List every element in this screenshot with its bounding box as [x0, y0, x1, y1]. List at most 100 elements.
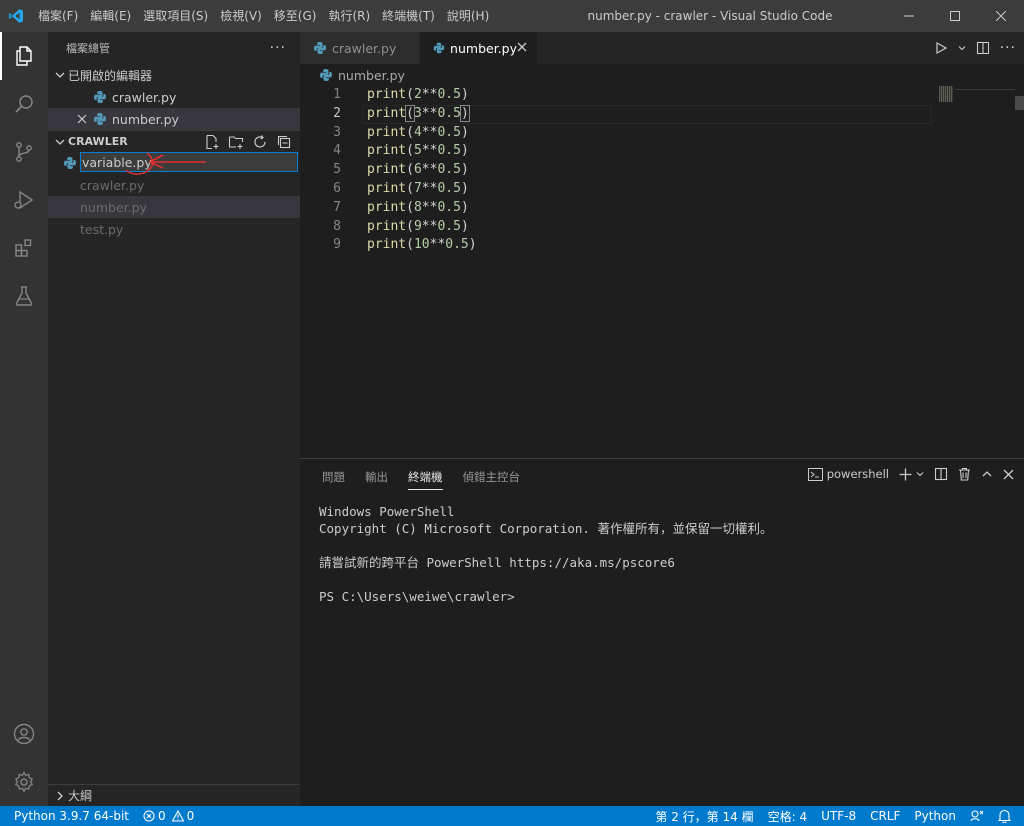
code-operator: ** — [429, 237, 446, 253]
menu-selection[interactable]: 選取項目(S) — [137, 0, 214, 32]
tab-problems[interactable]: 問題 — [312, 459, 355, 495]
sidebar-header: 檔案總管 ··· — [48, 32, 300, 64]
menu-help[interactable]: 說明(H) — [441, 0, 495, 32]
encoding[interactable]: UTF-8 — [814, 809, 863, 823]
run-debug-icon — [14, 190, 34, 210]
refresh-icon[interactable] — [252, 134, 268, 150]
error-icon — [143, 810, 155, 822]
code-number: 8 — [413, 199, 422, 215]
explorer-button[interactable] — [0, 32, 48, 80]
run-debug-button[interactable] — [0, 176, 48, 224]
rename-file-input[interactable] — [80, 152, 298, 172]
minimize-button[interactable] — [886, 0, 932, 32]
code-editor[interactable]: 1 print(2**0.5) 2 print(3**0.5) 3 print(4**… — [300, 86, 1024, 458]
title-bar: 檔案(F) 編輯(E) 選取項目(S) 檢視(V) 移至(G) 執行(R) 終端… — [0, 0, 1024, 32]
source-control-button[interactable] — [0, 128, 48, 176]
notifications-button[interactable] — [991, 809, 1018, 823]
tab-crawler[interactable]: crawler.py — [300, 32, 420, 64]
accounts-button[interactable] — [0, 710, 48, 758]
chevron-down-icon[interactable] — [958, 44, 966, 52]
new-file-icon[interactable] — [204, 134, 220, 150]
warning-count: 0 — [186, 809, 195, 823]
tab-output[interactable]: 輸出 — [355, 459, 398, 495]
sidebar-title: 檔案總管 — [66, 42, 110, 55]
vscode-logo-icon — [0, 0, 32, 32]
shell-label: powershell — [826, 467, 889, 481]
terminal-selector[interactable]: powershell — [807, 467, 889, 481]
tab-number[interactable]: number.py — [420, 32, 538, 64]
menu-run[interactable]: 執行(R) — [322, 0, 376, 32]
line-ending[interactable]: CRLF — [863, 809, 907, 823]
close-editor-icon[interactable] — [72, 114, 92, 124]
minimap[interactable] — [939, 86, 953, 102]
menu-go[interactable]: 移至(G) — [268, 0, 323, 32]
warning-icon — [171, 810, 184, 822]
error-count: 0 — [158, 809, 166, 823]
terminal-line: 請嘗試新的跨平台 PowerShell https://aka.ms/pscor… — [319, 555, 675, 570]
testing-button[interactable] — [0, 272, 48, 320]
code-operator: ** — [421, 143, 438, 159]
chevron-up-icon[interactable] — [981, 468, 993, 480]
open-editors-section[interactable]: 已開啟的編輯器 — [48, 64, 300, 86]
new-folder-icon[interactable] — [228, 134, 244, 150]
trash-icon[interactable] — [958, 467, 971, 481]
code-operator: ** — [421, 199, 438, 215]
plus-icon[interactable] — [899, 468, 912, 481]
tab-terminal[interactable]: 終端機 — [398, 459, 453, 495]
more-actions-icon[interactable]: ··· — [270, 40, 286, 56]
maximize-button[interactable] — [932, 0, 978, 32]
menu-edit[interactable]: 編輯(E) — [84, 0, 137, 32]
folder-section[interactable]: CRAWLER — [48, 130, 300, 152]
open-editor-item[interactable]: number.py — [48, 108, 300, 130]
code-line: 9 print(10**0.5) — [300, 236, 1024, 255]
code-function: print — [367, 180, 407, 196]
file-item[interactable]: crawler.py — [48, 174, 300, 196]
python-interpreter[interactable]: Python 3.9.7 64-bit — [0, 809, 136, 823]
code-number: 6 — [413, 162, 422, 178]
breadcrumb-file: number.py — [338, 67, 405, 83]
line-number: 9 — [333, 237, 341, 253]
code-function: print — [367, 237, 407, 253]
language-mode[interactable]: Python — [907, 809, 963, 823]
code-number: 0.5 — [437, 87, 461, 102]
menu-view[interactable]: 檢視(V) — [214, 0, 268, 32]
line-number: 4 — [333, 143, 341, 159]
manage-button[interactable] — [0, 758, 48, 806]
file-item[interactable]: test.py — [48, 218, 300, 240]
chevron-down-icon[interactable] — [916, 470, 924, 478]
menu-file[interactable]: 檔案(F) — [32, 0, 84, 32]
split-editor-icon[interactable] — [976, 41, 990, 55]
minimize-icon — [904, 15, 914, 17]
code-function: print — [367, 143, 407, 159]
menu-terminal[interactable]: 終端機(T) — [376, 0, 441, 32]
window-controls — [886, 0, 1024, 32]
cursor-position[interactable]: 第 2 行，第 14 欄 — [648, 808, 760, 825]
outline-section[interactable]: 大綱 — [48, 784, 300, 806]
run-file-icon[interactable] — [934, 41, 948, 55]
file-item[interactable]: number.py — [48, 196, 300, 218]
breadcrumb[interactable]: number.py — [300, 64, 405, 86]
indentation[interactable]: 空格: 4 — [761, 808, 815, 825]
code-line: 5 print(6**0.5) — [300, 161, 1024, 180]
tab-debug-console[interactable]: 偵錯主控台 — [453, 459, 531, 495]
open-editor-item[interactable]: crawler.py — [48, 86, 300, 108]
close-tab-icon[interactable] — [517, 41, 527, 56]
problems-indicator[interactable]: 0 0 — [136, 809, 201, 823]
search-button[interactable] — [0, 80, 48, 128]
code-operator: ** — [421, 218, 438, 234]
close-panel-icon[interactable] — [1003, 469, 1014, 480]
extensions-button[interactable] — [0, 224, 48, 272]
split-terminal-icon[interactable] — [934, 467, 948, 481]
close-window-button[interactable] — [978, 0, 1024, 32]
code-line: 3 print(4**0.5) — [300, 124, 1024, 143]
collapse-all-icon[interactable] — [276, 134, 292, 150]
python-file-icon — [94, 113, 106, 125]
code-number: 0.5 — [437, 162, 461, 178]
editor-scrollbar[interactable] — [1015, 96, 1024, 110]
code-number: 2 — [413, 87, 422, 102]
code-line: 4 print(5**0.5) — [300, 142, 1024, 161]
terminal-output[interactable]: Windows PowerShell Copyright (C) Microso… — [300, 495, 1024, 613]
feedback-button[interactable] — [963, 809, 991, 823]
more-actions-icon[interactable]: ··· — [1000, 40, 1016, 56]
editor-actions: ··· — [934, 40, 1016, 56]
